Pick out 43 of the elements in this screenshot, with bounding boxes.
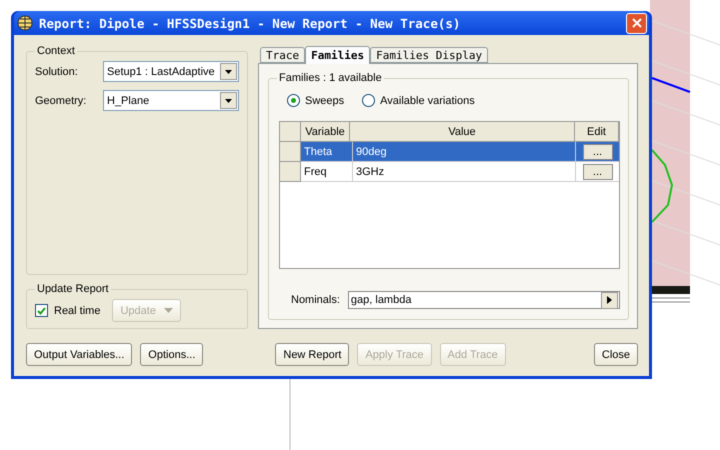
radio-button[interactable] [287, 94, 300, 107]
column-header: Edit [575, 122, 619, 142]
column-header: Value [350, 122, 575, 142]
table-cell: 90deg [353, 142, 576, 162]
caret-icon [225, 70, 232, 74]
radio-label: Sweeps [305, 94, 344, 106]
dialog-button[interactable]: New Report [275, 343, 350, 366]
dialog-button[interactable]: Output Variables... [26, 343, 132, 366]
close-dialog-button[interactable]: Close [594, 343, 638, 366]
nominals-field[interactable]: gap, lambda [348, 291, 620, 309]
expand-button[interactable] [601, 292, 618, 308]
edit-button[interactable]: ... [582, 164, 612, 180]
checkbox[interactable] [35, 304, 48, 317]
tab[interactable]: Families Display [370, 47, 488, 63]
dialog-button[interactable]: Options... [140, 343, 204, 366]
group-title: Context [36, 45, 76, 57]
checkbox-label: Real time [54, 304, 100, 316]
table-cell: Theta [301, 142, 353, 162]
edit-button[interactable]: ... [582, 144, 612, 160]
field-label: Nominals: [291, 294, 340, 306]
group-title: Families : 1 available [278, 72, 383, 84]
window-title: Report: Dipole - HFSSDesign1 - New Report - New Trace(s) [39, 16, 462, 30]
dropdown-field[interactable]: H_Plane [103, 90, 239, 111]
close-icon [632, 18, 642, 28]
tab[interactable]: Trace [260, 47, 306, 63]
table-cell: 3GHz [353, 162, 576, 182]
globe-icon [17, 15, 33, 31]
radio-label: Available variations [380, 94, 475, 106]
dropdown-button[interactable] [220, 92, 237, 109]
table-cell: Freq [301, 162, 353, 182]
radio-button[interactable] [362, 94, 376, 107]
caret-icon [164, 308, 173, 313]
dropdown-button[interactable] [220, 63, 237, 80]
close-button[interactable] [626, 12, 647, 34]
tab[interactable]: Families [305, 46, 370, 64]
field-label: Solution: [35, 66, 79, 78]
play-icon [607, 296, 612, 304]
group-title: Update Report [36, 283, 110, 295]
field-label: Geometry: [35, 94, 88, 106]
dropdown-field[interactable]: Setup1 : LastAdaptive [103, 61, 239, 82]
caret-icon [225, 98, 232, 102]
column-header: Variable [301, 122, 350, 142]
grid-line [289, 379, 291, 450]
